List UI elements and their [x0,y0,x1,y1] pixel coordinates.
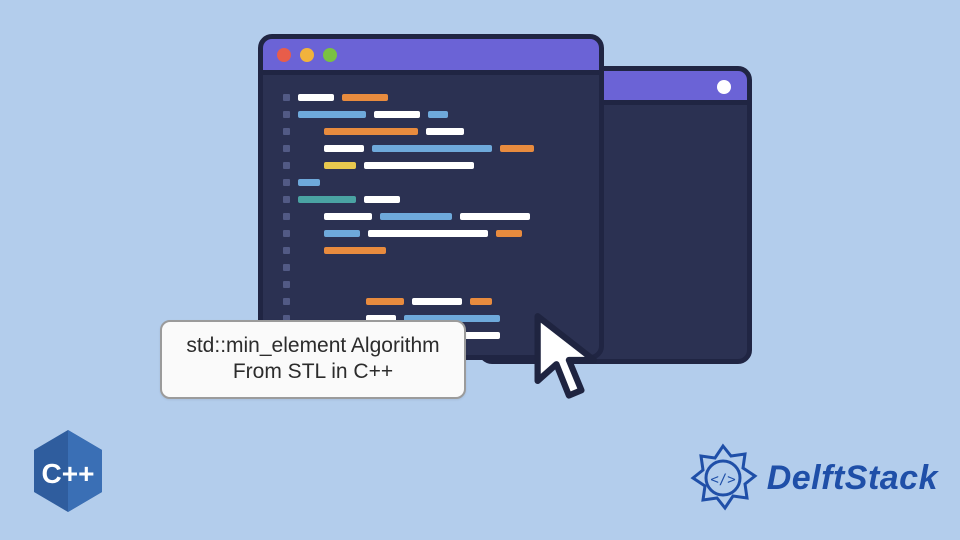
traffic-light-red-icon [277,48,291,62]
delftstack-mark-icon: </> [687,442,759,514]
cpp-badge-text: C++ [42,458,95,489]
traffic-light-green-icon [323,48,337,62]
window-dot-icon [717,80,731,94]
caption-line-2: From STL in C++ [176,359,450,385]
cpp-hex-icon: C++ [30,428,106,514]
delftstack-wordmark: DelftStack [767,459,938,498]
delftstack-logo: </> DelftStack [687,442,938,514]
caption-card: std::min_element Algorithm From STL in C… [160,320,466,399]
svg-text:</>: </> [710,472,735,488]
code-area [263,75,599,355]
code-window-front [258,34,604,360]
caption-line-1: std::min_element Algorithm [176,333,450,359]
window-titlebar-front [263,39,599,75]
traffic-light-yellow-icon [300,48,314,62]
